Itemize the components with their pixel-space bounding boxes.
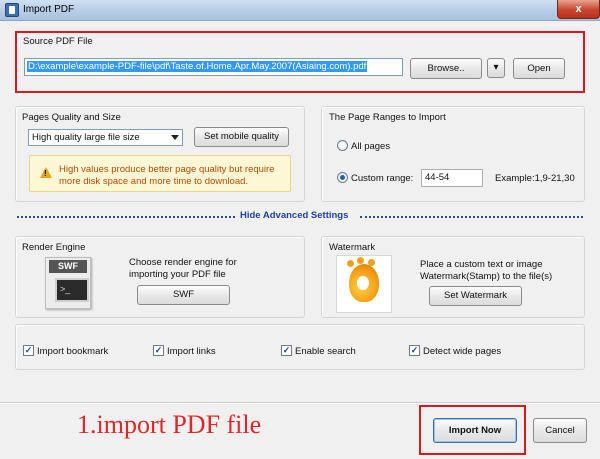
quality-label: Pages Quality and Size xyxy=(22,112,121,123)
swf-button[interactable]: SWF xyxy=(137,285,230,305)
watermark-label: Watermark xyxy=(329,242,376,253)
divider-right xyxy=(360,216,583,218)
custom-range-radio[interactable] xyxy=(337,172,348,183)
page-ranges-label: The Page Ranges to Import xyxy=(329,112,446,123)
warning-text-line2: more disk space and more time to downloa… xyxy=(59,176,249,187)
detect-wide-pages-label[interactable]: Detect wide pages xyxy=(423,346,501,357)
all-pages-radio[interactable] xyxy=(337,140,348,151)
import-links-label[interactable]: Import links xyxy=(167,346,216,357)
custom-range-label[interactable]: Custom range: xyxy=(351,173,413,184)
window-title: Import PDF xyxy=(23,4,75,15)
app-icon xyxy=(5,3,19,17)
import-now-button[interactable]: Import Now xyxy=(433,418,517,443)
watermark-desc-line1: Place a custom text or image xyxy=(420,259,543,270)
set-mobile-quality-button[interactable]: Set mobile quality xyxy=(194,127,289,147)
watermark-icon xyxy=(336,255,392,313)
swf-engine-icon: SWF >_ xyxy=(41,255,97,313)
import-bookmark-checkbox[interactable]: ✓ xyxy=(23,345,34,356)
render-desc-line1: Choose render engine for xyxy=(129,257,237,268)
title-bar xyxy=(0,0,600,21)
footer-divider xyxy=(0,402,600,403)
enable-search-checkbox[interactable]: ✓ xyxy=(281,345,292,356)
custom-range-value: 44-54 xyxy=(425,172,450,183)
set-watermark-button[interactable]: Set Watermark xyxy=(429,286,522,306)
browse-dropdown-button[interactable]: ▾ xyxy=(487,58,505,78)
pdf-path-text: D:\example\example-PDF-file\pdf\Taste.of… xyxy=(27,61,368,72)
chevron-down-icon xyxy=(171,135,179,140)
warning-icon-mark: ! xyxy=(44,169,47,178)
detect-wide-pages-checkbox[interactable]: ✓ xyxy=(409,345,420,356)
swf-tag: SWF xyxy=(49,260,87,273)
watermark-desc-line2: Watermark(Stamp) to the file(s) xyxy=(420,271,553,282)
quality-select-value: High quality large file size xyxy=(32,132,140,143)
all-pages-label[interactable]: All pages xyxy=(351,141,390,152)
browse-button[interactable]: Browse.. xyxy=(410,58,482,79)
custom-range-input[interactable]: 44-54 xyxy=(421,169,483,187)
range-example-text: Example:1,9-21,30 xyxy=(495,173,575,184)
hide-advanced-settings-link[interactable]: Hide Advanced Settings xyxy=(240,210,348,221)
cancel-button[interactable]: Cancel xyxy=(533,418,587,443)
import-bookmark-label[interactable]: Import bookmark xyxy=(37,346,108,357)
divider-left xyxy=(17,216,235,218)
close-button[interactable]: x xyxy=(557,0,600,19)
warning-text-line1: High values produce better page quality … xyxy=(59,164,275,175)
quality-select[interactable]: High quality large file size xyxy=(28,129,183,146)
open-button[interactable]: Open xyxy=(513,58,565,79)
chevron-down-icon: ▾ xyxy=(493,62,499,73)
enable-search-label[interactable]: Enable search xyxy=(295,346,356,357)
import-links-checkbox[interactable]: ✓ xyxy=(153,345,164,356)
pdf-path-input[interactable]: D:\example\example-PDF-file\pdf\Taste.of… xyxy=(24,58,403,76)
render-engine-label: Render Engine xyxy=(22,242,86,253)
source-pdf-label: Source PDF File xyxy=(23,36,93,47)
annotation-text: 1.import PDF file xyxy=(77,410,262,439)
terminal-prompt: >_ xyxy=(55,278,89,302)
render-desc-line2: importing your PDF file xyxy=(129,269,226,280)
